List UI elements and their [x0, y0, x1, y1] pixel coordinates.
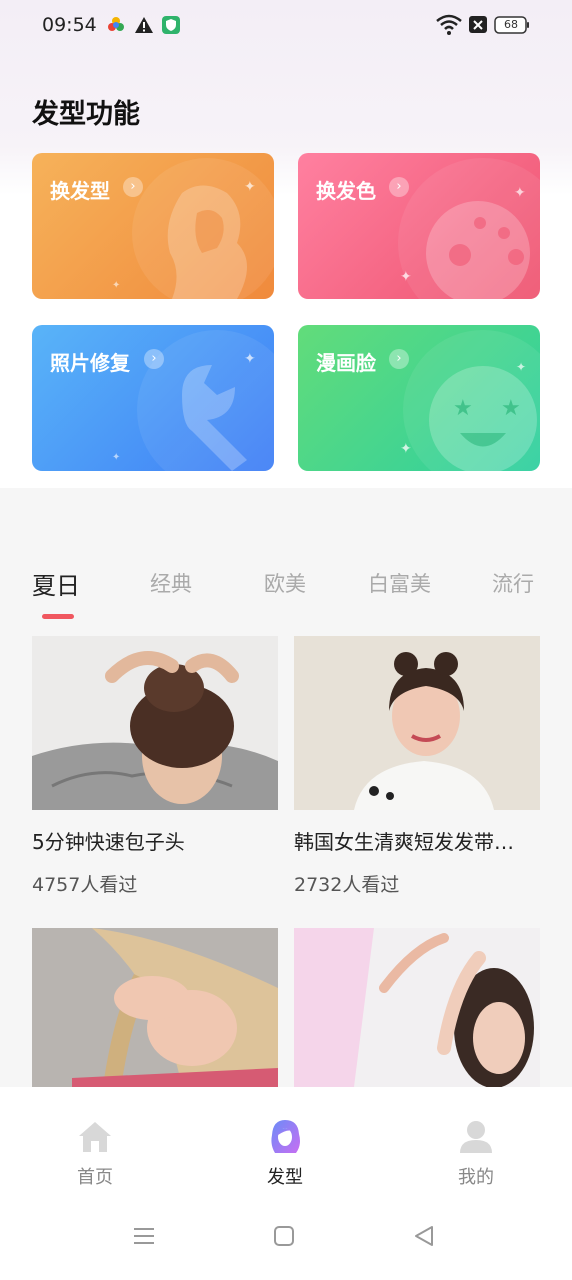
back-triangle-icon[interactable]	[410, 1222, 438, 1250]
battery-icon: 68	[494, 15, 530, 35]
svg-text:✦: ✦	[112, 280, 120, 291]
home-square-icon[interactable]	[270, 1222, 298, 1250]
card-label: 照片修复	[50, 351, 130, 375]
video-thumbnail[interactable]	[32, 636, 278, 810]
tab-elegant[interactable]: 白富美	[368, 568, 431, 598]
nav-label-hairstyle: 发型	[267, 1167, 303, 1188]
shield-icon	[162, 16, 180, 34]
video-views: 4757人看过	[32, 874, 138, 896]
video-title[interactable]: 5分钟快速包子头	[32, 826, 278, 855]
card-label: 换发型	[50, 179, 110, 203]
status-time: 09:54	[42, 14, 97, 36]
svg-text:✦: ✦	[244, 351, 256, 367]
card-label: 漫画脸	[316, 351, 376, 375]
video-thumbnail[interactable]	[294, 636, 540, 810]
svg-text:✦: ✦	[516, 360, 526, 374]
video-thumbnail[interactable]	[294, 928, 540, 1087]
svg-text:✦: ✦	[400, 441, 412, 457]
video-title[interactable]: 韩国女生清爽短发发带…	[294, 826, 540, 855]
tab-trending[interactable]: 流行	[492, 568, 534, 598]
tab-summer[interactable]: 夏日	[32, 566, 80, 601]
svg-text:✦: ✦	[112, 452, 120, 463]
nav-item-profile[interactable]: 我的	[436, 1117, 516, 1189]
active-tab-indicator	[42, 614, 74, 619]
no-sim-icon	[469, 16, 487, 33]
nav-label-home: 首页	[77, 1167, 113, 1188]
video-views: 2732人看过	[294, 874, 400, 896]
home-icon	[79, 1122, 111, 1152]
category-tabs: 夏日 经典 欧美 白富美 流行	[0, 562, 572, 622]
chevron-right-icon: ›	[389, 177, 409, 197]
battery-level: 68	[504, 18, 518, 31]
svg-text:✦: ✦	[400, 269, 412, 285]
status-bar: 09:54 68	[0, 0, 572, 52]
chevron-right-icon: ›	[144, 349, 164, 369]
tab-western[interactable]: 欧美	[264, 568, 306, 598]
wifi-icon	[436, 14, 462, 35]
feature-card-change-hairstyle[interactable]: ✦ ✦ 换发型 ›	[32, 153, 274, 299]
system-nav-bar	[0, 1222, 572, 1268]
svg-text:✦: ✦	[514, 185, 526, 201]
menu-icon[interactable]	[130, 1222, 158, 1250]
video-thumbnail[interactable]	[32, 928, 278, 1087]
feature-card-photo-repair[interactable]: ✦ ✦ 照片修复 ›	[32, 325, 274, 471]
profile-icon	[460, 1121, 492, 1153]
svg-text:★: ★	[501, 396, 521, 421]
svg-text:★: ★	[453, 396, 473, 421]
tab-classic[interactable]: 经典	[150, 568, 192, 598]
hairstyle-icon	[271, 1120, 300, 1153]
app-color-icon	[108, 17, 124, 31]
chevron-right-icon: ›	[389, 349, 409, 369]
chevron-right-icon: ›	[123, 177, 143, 197]
nav-item-home[interactable]: 首页	[55, 1117, 135, 1189]
nav-item-hairstyle[interactable]: 发型	[245, 1117, 325, 1189]
nav-label-profile: 我的	[458, 1167, 494, 1188]
feature-card-cartoon-face[interactable]: ★ ★ ✦ ✦ 漫画脸 ›	[298, 325, 540, 471]
section-title: 发型功能	[32, 99, 140, 130]
svg-text:✦: ✦	[244, 179, 256, 195]
card-label: 换发色	[316, 179, 376, 203]
warning-icon	[135, 17, 153, 33]
feature-card-change-color[interactable]: ✦ ✦ 换发色 ›	[298, 153, 540, 299]
